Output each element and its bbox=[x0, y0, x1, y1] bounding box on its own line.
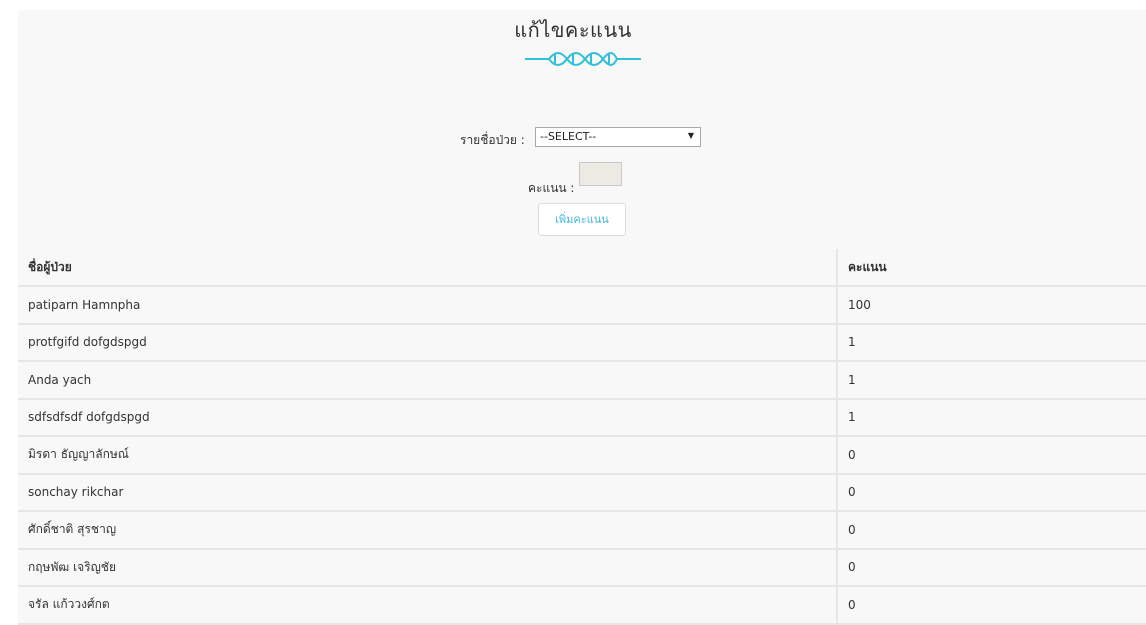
patient-select[interactable]: --SELECT-- ▼ bbox=[535, 127, 701, 147]
score-cell: 0 bbox=[836, 473, 1146, 512]
patient-name-cell: มิรดา ธัญญาลักษณ์ bbox=[18, 436, 837, 475]
score-cell: 100 bbox=[836, 286, 1146, 325]
score-label: คะแนน : bbox=[528, 181, 575, 195]
patient-name-cell: กฤษพัฒ เจริญชัย bbox=[18, 548, 837, 587]
patient-name-cell: Anda yach bbox=[18, 361, 837, 400]
score-cell: 1 bbox=[836, 323, 1146, 362]
scores-table: ชื่อผู้ป่วย คะแนน patiparn Hamnpha 100 p… bbox=[18, 249, 1146, 625]
patient-name-cell: protfgifd dofgdspgd bbox=[18, 323, 837, 362]
column-header-name: ชื่อผู้ป่วย bbox=[18, 249, 837, 287]
table-row: Anda yach 1 bbox=[18, 361, 1146, 400]
patient-select-value: --SELECT-- bbox=[540, 130, 597, 143]
patient-name-cell: ศักดิ์ชาติ สุรชาญ bbox=[18, 511, 837, 550]
patient-name-cell: sdfsdfsdf dofgdspgd bbox=[18, 398, 837, 437]
patient-name-cell: จรัล แก้ววงศ์กต bbox=[18, 586, 837, 625]
table-row: มิรดา ธัญญาลักษณ์ 0 bbox=[18, 436, 1146, 475]
patient-name-cell: patiparn Hamnpha bbox=[18, 286, 837, 325]
patient-name-cell: sonchay rikchar bbox=[18, 473, 837, 512]
table-row: protfgifd dofgdspgd 1 bbox=[18, 323, 1146, 362]
score-cell: 1 bbox=[836, 361, 1146, 400]
table-row: ศักดิ์ชาติ สุรชาญ 0 bbox=[18, 511, 1146, 550]
table-header-row: ชื่อผู้ป่วย คะแนน bbox=[18, 249, 1146, 287]
table-row: patiparn Hamnpha 100 bbox=[18, 286, 1146, 325]
page-title: แก้ไขคะแนน bbox=[514, 18, 632, 42]
table-row: sdfsdfsdf dofgdspgd 1 bbox=[18, 398, 1146, 437]
table-row: sonchay rikchar 0 bbox=[18, 473, 1146, 512]
page: แก้ไขคะแนน รายชื่อป่วย : --SELECT-- ▼ คะ… bbox=[0, 0, 1146, 625]
table-row: กฤษพัฒ เจริญชัย 0 bbox=[18, 548, 1146, 587]
score-cell: 0 bbox=[836, 511, 1146, 550]
dna-divider-icon bbox=[525, 52, 641, 66]
score-cell: 0 bbox=[836, 586, 1146, 625]
score-input[interactable] bbox=[579, 162, 622, 186]
column-header-score: คะแนน bbox=[836, 249, 1146, 287]
chevron-down-icon: ▼ bbox=[687, 131, 694, 140]
score-cell: 0 bbox=[836, 436, 1146, 475]
table-row: จรัล แก้ววงศ์กต 0 bbox=[18, 586, 1146, 625]
score-cell: 0 bbox=[836, 548, 1146, 587]
score-cell: 1 bbox=[836, 398, 1146, 437]
patient-label: รายชื่อป่วย : bbox=[460, 133, 525, 147]
add-score-button[interactable]: เพิ่มคะแนน bbox=[538, 203, 626, 236]
